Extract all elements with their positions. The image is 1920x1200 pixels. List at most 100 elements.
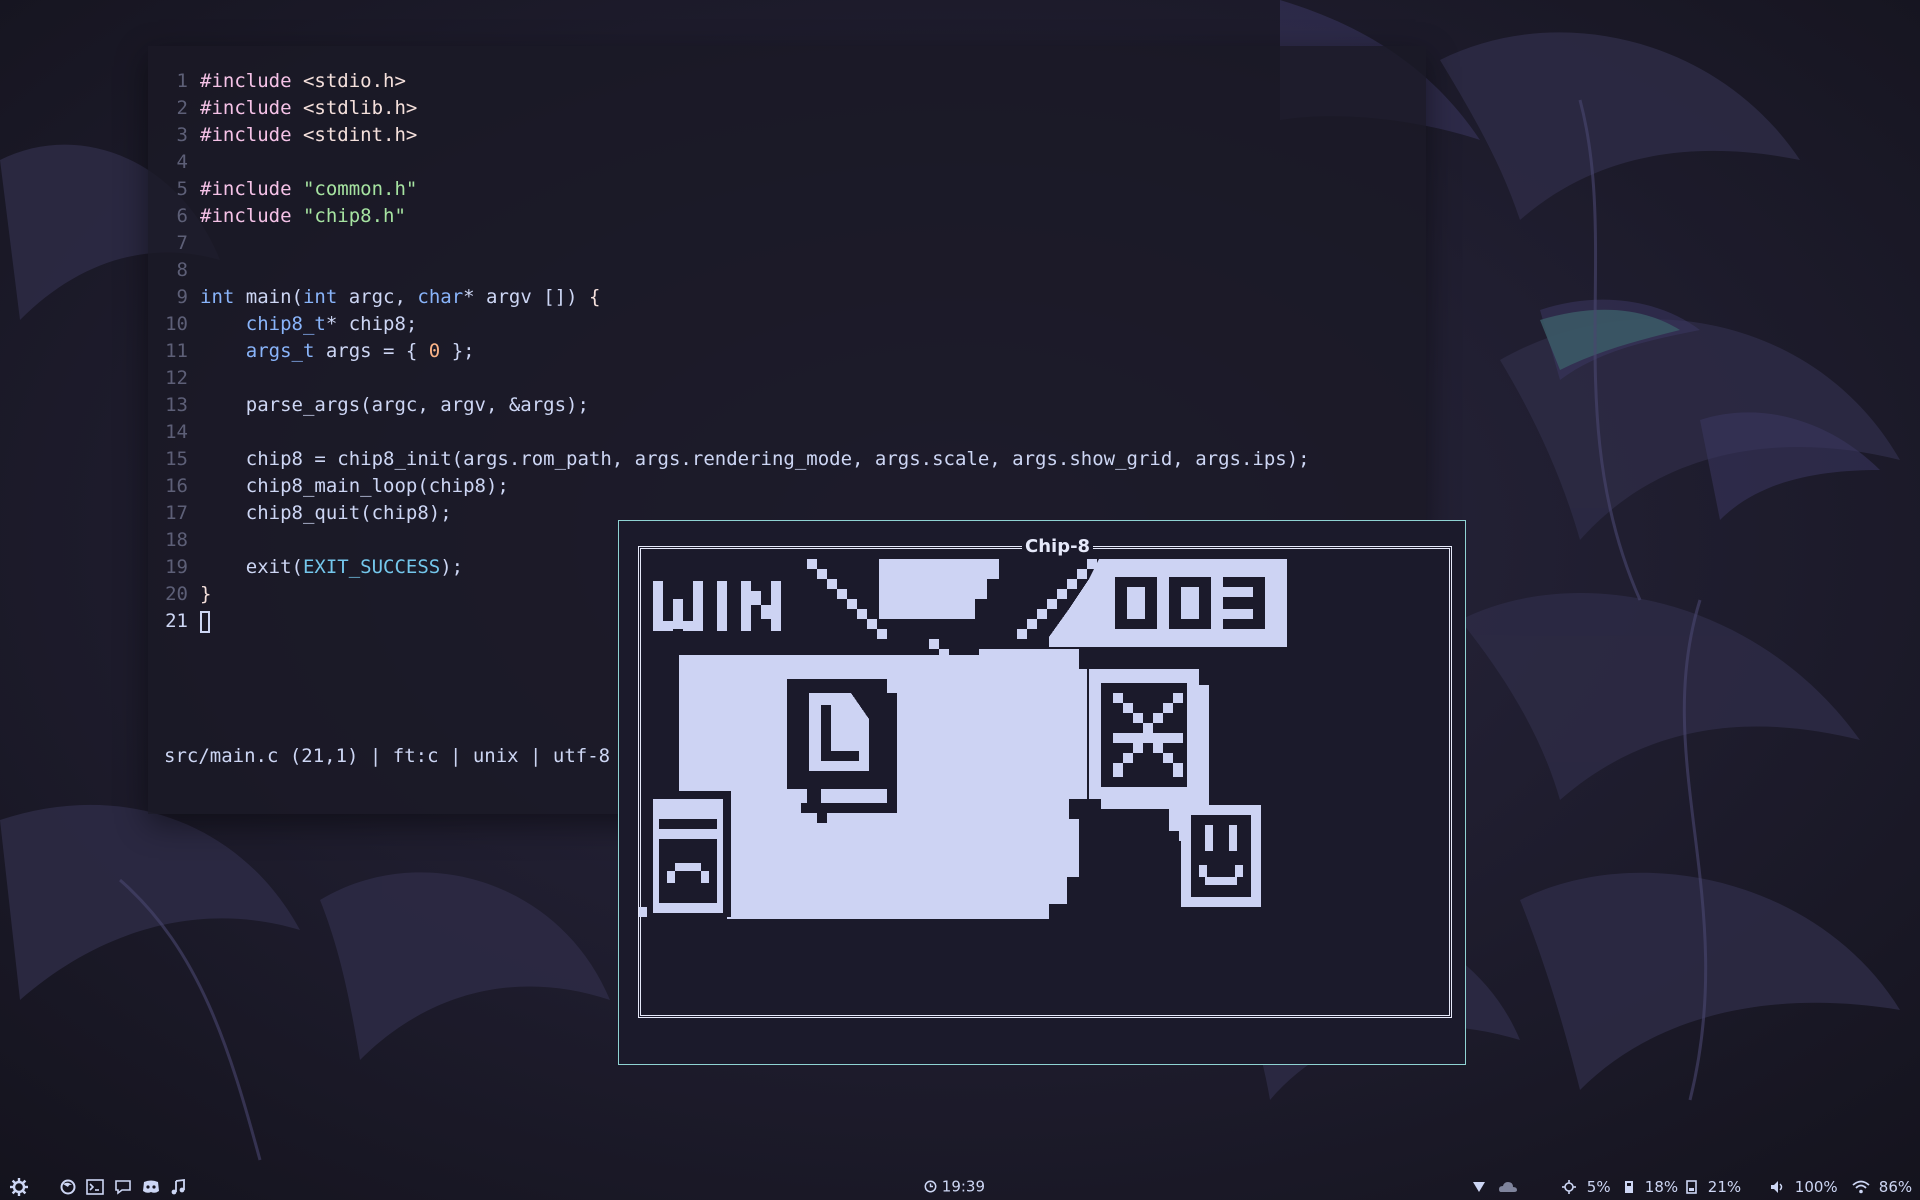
terminal-icon[interactable]: [86, 1175, 104, 1197]
disk-usage[interactable]: 21%: [1686, 1175, 1741, 1197]
code-text: chip8_quit(chip8);: [200, 500, 452, 527]
win-text: [653, 581, 781, 631]
code-text: [200, 608, 210, 635]
wifi-icon: [1852, 1180, 1870, 1193]
code-token: parse_args(argc, argv, &args);: [200, 394, 589, 416]
line-number: 19: [165, 556, 188, 578]
status-line: src/main.c (21,1) | ft:c | unix | utf-8: [164, 745, 611, 767]
line-number: 16: [165, 475, 188, 497]
music-icon[interactable]: [170, 1175, 186, 1197]
line-number: 5: [176, 178, 188, 200]
status-bar: 19:39 5% 18% 21% 100% 86%: [0, 1172, 1920, 1200]
code-token: exit(: [200, 556, 303, 578]
code-token: chip8_quit(chip8);: [200, 502, 452, 524]
line-number: 21: [165, 610, 188, 632]
code-token: * argv []): [463, 286, 589, 308]
line-number: 6: [176, 205, 188, 227]
code-token: #include: [200, 178, 303, 200]
code-token: #include: [200, 205, 303, 227]
line-number: 9: [176, 286, 188, 308]
code-text: #include <stdlib.h>: [200, 95, 417, 122]
line-number: 15: [165, 448, 188, 470]
code-token: args = {: [314, 340, 429, 362]
line-number: 1: [176, 70, 188, 92]
line-number: 3: [176, 124, 188, 146]
line-number: 17: [165, 502, 188, 524]
code-token: }: [200, 583, 212, 605]
line-number: 10: [165, 313, 188, 335]
code-text: int main(int argc, char* argv []) {: [200, 284, 600, 311]
code-text: #include "chip8.h": [200, 203, 406, 230]
code-token: "chip8.h": [302, 205, 406, 227]
code-token: };: [440, 340, 475, 362]
code-text: chip8 = chip8_init(args.rom_path, args.r…: [200, 446, 1310, 473]
code-text: #include <stdio.h>: [200, 68, 406, 95]
disk-value: 21%: [1707, 1177, 1742, 1196]
code-token: * chip8;: [325, 313, 418, 335]
line-number: 2: [176, 97, 188, 119]
cpu-icon: [1562, 1179, 1576, 1194]
code-token: args_t: [245, 340, 315, 362]
line-number: 4: [176, 151, 188, 173]
screen-region-top: [879, 559, 999, 619]
code-token: "common.h": [302, 178, 418, 200]
line-number: 20: [165, 583, 188, 605]
line-number: 14: [165, 421, 188, 443]
code-text: #include <stdint.h>: [200, 122, 417, 149]
code-text: }: [200, 581, 211, 608]
code-token: argc,: [337, 286, 418, 308]
line-number: 11: [165, 340, 188, 362]
happy-face-card: [1181, 805, 1261, 907]
code-token: EXIT_SUCCESS: [302, 556, 441, 578]
text-cursor: [200, 610, 210, 633]
discord-icon[interactable]: [142, 1175, 160, 1197]
code-text: args_t args = { 0 };: [200, 338, 475, 365]
code-token: );: [440, 556, 464, 578]
wifi-status[interactable]: 86%: [1852, 1175, 1912, 1197]
code-text: exit(EXIT_SUCCESS);: [200, 554, 463, 581]
disk-icon: [1686, 1179, 1697, 1194]
code-token: chip8_main_loop(chip8);: [200, 475, 509, 497]
code-token: char: [417, 286, 464, 308]
line-number: 7: [176, 232, 188, 254]
code-token: #include: [200, 70, 303, 92]
weather-icon: [1498, 1175, 1518, 1197]
gear-icon[interactable]: [10, 1175, 28, 1197]
code-token: main(: [234, 286, 303, 308]
volume-icon: [1771, 1180, 1783, 1193]
clock-text: 19:39: [941, 1177, 986, 1196]
code-token: int: [302, 286, 338, 308]
chip8-display: [639, 559, 1287, 919]
code-token: {: [588, 286, 601, 308]
code-token: #include: [200, 124, 303, 146]
code-text: chip8_t* chip8;: [200, 311, 418, 338]
cpu-usage[interactable]: 5%: [1562, 1175, 1611, 1197]
code-token: <stdio.h>: [302, 70, 406, 92]
code-text: parse_args(argc, argv, &args);: [200, 392, 589, 419]
code-token: <stdint.h>: [302, 124, 418, 146]
wifi-value: 86%: [1878, 1177, 1913, 1196]
chat-icon[interactable]: [114, 1175, 132, 1197]
code-token: <stdlib.h>: [302, 97, 418, 119]
line-number: 18: [165, 529, 188, 551]
line-number: 12: [165, 367, 188, 389]
volume-control[interactable]: 100%: [1770, 1175, 1838, 1197]
firefox-icon[interactable]: [60, 1175, 76, 1197]
memory-usage[interactable]: 18%: [1624, 1175, 1678, 1197]
line-number: 13: [165, 394, 188, 416]
memory-value: 18%: [1644, 1177, 1679, 1196]
chip8-title: Chip-8: [1022, 535, 1094, 559]
code-text: #include "common.h": [200, 176, 417, 203]
code-token: chip8 = chip8_init(args.rom_path, args.r…: [200, 448, 1310, 470]
clock[interactable]: 19:39: [924, 1175, 985, 1197]
code-token: chip8_t: [245, 313, 326, 335]
code-token: int: [200, 286, 235, 308]
code-token: #include: [200, 97, 303, 119]
network-down-icon: [1472, 1175, 1486, 1197]
cpu-value: 5%: [1586, 1177, 1611, 1196]
chip8-window[interactable]: Chip-8: [618, 520, 1466, 1065]
memory-icon: [1625, 1180, 1633, 1193]
sad-face-card: [639, 791, 731, 917]
